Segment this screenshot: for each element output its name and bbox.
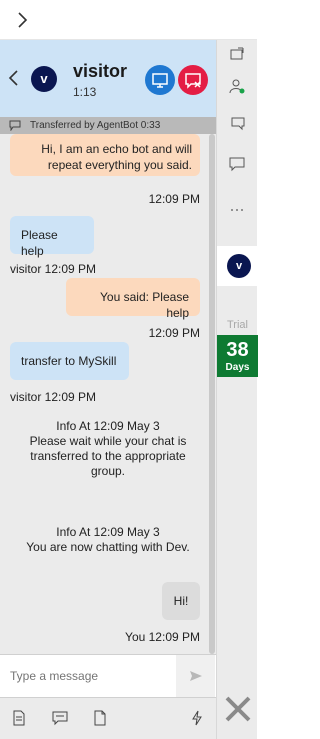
composer bbox=[0, 654, 216, 697]
transfer-notice: Transferred by AgentBot 0:33 bbox=[0, 117, 216, 134]
visitor-name: visitor bbox=[73, 61, 128, 81]
message-list: Hi, I am an echo bot and will repeat eve… bbox=[0, 134, 216, 654]
chat-panel: v visitor 1:13 Transferred by AgentBot 0… bbox=[0, 40, 216, 739]
chat-timer: 1:13 bbox=[73, 85, 97, 99]
chat-tab-avatar: v bbox=[227, 254, 251, 278]
trial-days-badge[interactable]: 38 Days bbox=[217, 335, 258, 377]
info-notice: Info At 12:09 May 3 You are now chatting… bbox=[18, 525, 198, 555]
message-timestamp: 12:09 PM bbox=[148, 326, 200, 340]
chat-toolbar bbox=[0, 697, 216, 739]
close-x-icon[interactable] bbox=[223, 694, 253, 724]
message-meta: visitor 12:09 PM bbox=[10, 390, 97, 404]
trial-days-unit: Days bbox=[225, 362, 250, 373]
end-chat-button[interactable] bbox=[178, 65, 208, 95]
chevron-right-icon[interactable] bbox=[12, 10, 32, 30]
lightning-icon[interactable] bbox=[189, 710, 205, 726]
info-title: Info At 12:09 May 3 bbox=[56, 525, 160, 539]
chat-header: v visitor 1:13 bbox=[0, 40, 216, 117]
bot-message: Hi, I am an echo bot and will repeat eve… bbox=[10, 134, 200, 176]
info-body: Please wait while your chat is transferr… bbox=[29, 434, 187, 478]
user-status-icon[interactable] bbox=[229, 78, 245, 94]
visitor-message: transfer to MySkill bbox=[10, 342, 129, 380]
more-icon[interactable] bbox=[229, 200, 245, 216]
send-icon bbox=[190, 671, 202, 681]
note-icon[interactable] bbox=[92, 710, 108, 726]
end-chat-icon bbox=[185, 73, 201, 89]
info-notice: Info At 12:09 May 3 Please wait while yo… bbox=[18, 419, 198, 479]
canned-response-icon[interactable] bbox=[52, 710, 68, 726]
info-title: Info At 12:09 May 3 bbox=[56, 419, 160, 433]
chevron-left-icon[interactable] bbox=[6, 68, 20, 88]
active-chat-tab[interactable]: v bbox=[217, 246, 258, 286]
chat-bubble-icon bbox=[9, 120, 21, 131]
send-button[interactable] bbox=[176, 655, 215, 697]
bot-message: You said: Please help bbox=[66, 278, 200, 320]
top-bar bbox=[0, 0, 257, 40]
message-meta: You 12:09 PM bbox=[125, 630, 200, 644]
chat-app: v visitor 1:13 Transferred by AgentBot 0… bbox=[0, 0, 258, 739]
popout-icon[interactable] bbox=[229, 46, 245, 62]
visitor-message: Please help bbox=[10, 216, 94, 258]
trial-label: Trial bbox=[227, 319, 248, 331]
visitor-avatar: v bbox=[31, 66, 57, 92]
message-meta: visitor 12:09 PM bbox=[10, 262, 97, 276]
monitor-icon bbox=[152, 73, 168, 88]
message-input[interactable] bbox=[0, 655, 175, 697]
chats-icon[interactable] bbox=[229, 116, 245, 132]
transfer-text: Transferred by AgentBot 0:33 bbox=[30, 120, 161, 131]
side-rail: v Trial 38 Days bbox=[216, 40, 258, 739]
scrollbar[interactable] bbox=[209, 134, 215, 654]
message-timestamp: 12:09 PM bbox=[148, 192, 200, 206]
trial-days-count: 38 bbox=[226, 339, 249, 361]
screen-share-button[interactable] bbox=[145, 65, 175, 95]
agent-message: Hi! bbox=[162, 582, 200, 620]
document-icon[interactable] bbox=[11, 710, 27, 726]
info-body: You are now chatting with Dev. bbox=[26, 540, 190, 554]
messages-icon[interactable] bbox=[229, 156, 245, 172]
